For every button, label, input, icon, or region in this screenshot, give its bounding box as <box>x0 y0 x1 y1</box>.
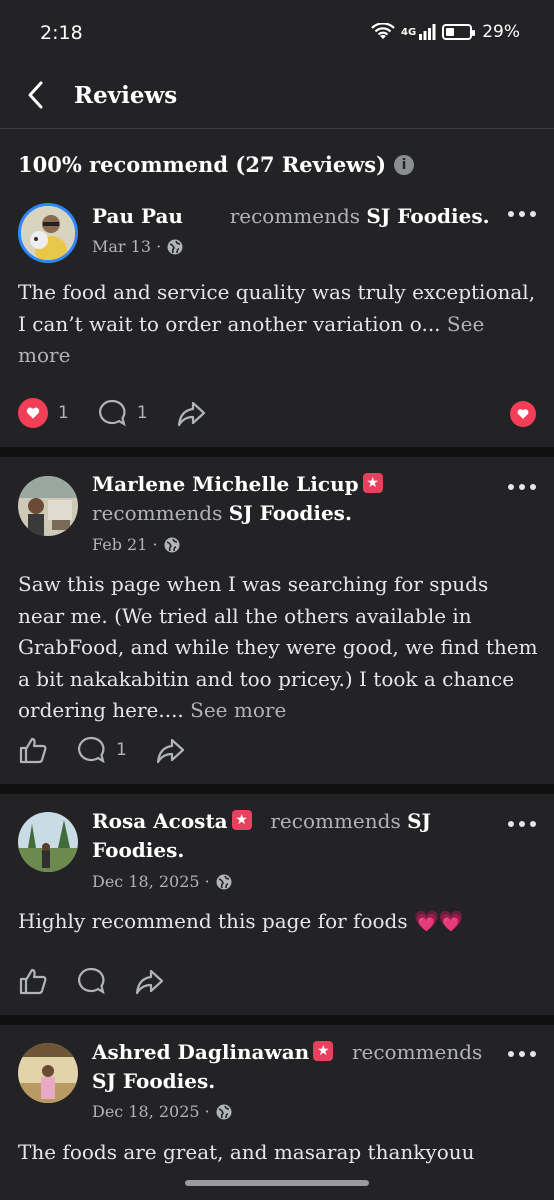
globe-icon <box>216 1104 232 1119</box>
avatar[interactable] <box>18 812 78 872</box>
reviewer-name[interactable]: Rosa Acosta <box>92 809 228 833</box>
comment-button[interactable]: 1 <box>76 735 127 765</box>
share-button[interactable] <box>155 735 185 765</box>
comment-button[interactable] <box>76 966 106 996</box>
top-bar: Reviews <box>0 70 554 129</box>
reviewer-name[interactable]: Marlene Michelle Licup <box>92 472 359 496</box>
thumbs-up-icon <box>19 737 47 764</box>
reviewer-line: Rosa Acosta recommends SJ Foodies. <box>92 807 502 865</box>
reviewer-line: Ashred Daglinawan recommends SJ Foodies. <box>92 1038 502 1096</box>
review-actions: 1 <box>18 735 213 765</box>
review-text: The foods are great, and masarap thankyo… <box>18 1137 538 1169</box>
review-actions <box>18 966 192 996</box>
divider <box>0 447 554 457</box>
globe-icon <box>216 874 232 889</box>
comment-icon <box>78 967 105 995</box>
review-date: Feb 21 · <box>92 535 180 554</box>
divider <box>0 784 554 794</box>
heart-reaction-icon <box>18 398 48 428</box>
share-icon <box>177 401 205 427</box>
review-text-content: The foods are great, and masarap thankyo… <box>18 1140 475 1164</box>
comment-button[interactable]: 1 <box>97 398 148 428</box>
review-date: Dec 18, 2025 · <box>92 872 232 891</box>
back-arrow-icon[interactable] <box>22 80 52 110</box>
more-options-icon[interactable] <box>508 482 536 492</box>
battery-icon <box>442 24 476 40</box>
comment-icon <box>98 399 126 427</box>
date-text: Mar 13 · <box>92 237 162 256</box>
summary-text: 100% recommend (27 Reviews) <box>18 152 387 177</box>
like-button[interactable] <box>18 966 48 996</box>
page-title: Reviews <box>74 82 178 109</box>
review-text: The food and service quality was truly e… <box>18 277 538 372</box>
see-more-link[interactable]: See more <box>190 698 286 722</box>
react-heart-button[interactable] <box>510 401 536 427</box>
avatar[interactable] <box>18 203 78 263</box>
top-fan-badge-icon <box>362 473 383 493</box>
avatar[interactable] <box>18 476 78 536</box>
reaction-count: 1 <box>58 403 69 423</box>
recommend-summary: 100% recommend (27 Reviews) i <box>18 152 415 177</box>
reviewer-name[interactable]: Ashred Daglinawan <box>92 1040 309 1064</box>
review-text-content: Highly recommend this page for foods 💗💗 <box>18 909 464 933</box>
reviewer-name[interactable]: Pau Pau <box>92 204 183 228</box>
status-time: 2:18 <box>40 22 83 44</box>
share-button[interactable] <box>176 398 206 428</box>
share-icon <box>156 738 184 764</box>
recommends-text: recommends <box>351 1040 483 1064</box>
avatar[interactable] <box>18 1043 78 1103</box>
more-options-icon[interactable] <box>508 819 536 829</box>
globe-icon <box>167 239 183 254</box>
review-actions: 1 1 <box>18 398 234 428</box>
page-link[interactable]: SJ Foodies. <box>229 501 352 525</box>
top-fan-badge-icon <box>231 810 252 830</box>
reviewer-line: Pau Pau recommends SJ Foodies. <box>92 202 502 231</box>
top-fan-badge-icon <box>313 1041 334 1061</box>
network-type: 4G <box>401 26 417 38</box>
home-indicator[interactable] <box>185 1180 369 1186</box>
review-text: Highly recommend this page for foods 💗💗 <box>18 906 538 938</box>
thumbs-up-icon <box>19 968 47 995</box>
heart-icon <box>517 409 529 419</box>
review-date: Mar 13 · <box>92 237 183 256</box>
share-button[interactable] <box>134 966 164 996</box>
info-icon[interactable]: i <box>394 154 415 175</box>
like-button[interactable] <box>18 735 48 765</box>
divider <box>0 1015 554 1025</box>
recommends-text: recommends <box>270 809 401 833</box>
page-link[interactable]: SJ Foodies. <box>366 204 489 228</box>
more-options-icon[interactable] <box>508 1049 536 1059</box>
reviewer-line: Marlene Michelle Licup recommends SJ Foo… <box>92 470 502 528</box>
comment-icon <box>78 736 105 764</box>
more-options-icon[interactable] <box>508 209 536 219</box>
date-text: Dec 18, 2025 · <box>92 1102 210 1121</box>
page-link[interactable]: SJ Foodies. <box>92 1069 215 1093</box>
comment-count: 1 <box>116 740 127 760</box>
recommends-text: recommends <box>92 501 223 525</box>
battery-percent: 29% <box>482 22 520 42</box>
review-text: Saw this page when I was searching for s… <box>18 569 538 727</box>
comment-count: 1 <box>136 403 148 423</box>
date-text: Dec 18, 2025 · <box>92 872 210 891</box>
reaction-button[interactable]: 1 <box>18 398 69 428</box>
status-bar: 2:18 4G 29% <box>0 0 554 70</box>
status-icons: 4G 29% <box>371 22 520 42</box>
wifi-icon <box>371 23 395 39</box>
recommends-text: recommends <box>229 204 361 228</box>
share-icon <box>135 969 164 995</box>
date-text: Feb 21 · <box>92 535 158 554</box>
review-date: Dec 18, 2025 · <box>92 1102 232 1121</box>
signal-icon <box>419 24 436 40</box>
globe-icon <box>164 537 180 552</box>
